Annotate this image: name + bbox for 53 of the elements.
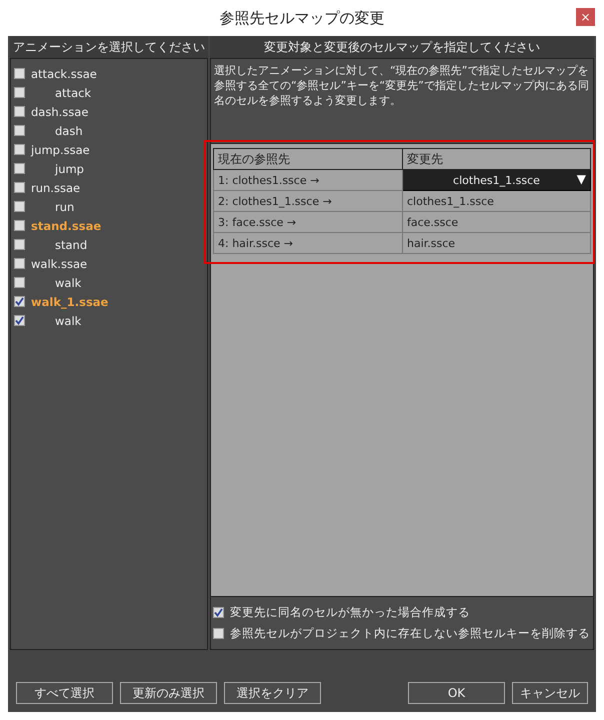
file-item[interactable]: walk_1.ssae (31, 294, 108, 308)
file-item[interactable]: dash.ssae (31, 104, 88, 118)
checkbox[interactable] (14, 87, 25, 98)
checkbox[interactable] (14, 239, 25, 250)
animation-item[interactable]: stand (31, 238, 88, 252)
table-cell: 3: face.ssce → (214, 212, 402, 232)
table-cell: 1: clothes1.ssce → (214, 170, 402, 190)
option-label[interactable]: 変更先に同名のセルが無かった場合作成する (230, 605, 470, 620)
ok-button[interactable]: OK (408, 682, 505, 704)
file-item[interactable]: stand.ssae (31, 218, 102, 232)
dropdown-field[interactable]: clothes1_1.ssce ▼ (402, 170, 590, 190)
checkbox[interactable] (14, 296, 25, 307)
window-title: 参照先セルマップの変更 (220, 8, 384, 28)
description-text: 選択したアニメーションに対して、“現在の参照先”で指定したセルマップを参照する全ての“参照セル”キーを“変更先”で指定したセルマップ内にある同名のセルを参照するよう変更します。 (214, 64, 589, 107)
column-header: 変更先 (402, 148, 590, 170)
checkbox[interactable] (14, 220, 25, 231)
select-button[interactable]: すべて選択 (16, 682, 113, 704)
table-cell: 4: hair.ssce → (214, 232, 402, 254)
checkbox[interactable] (14, 315, 25, 326)
checkbox[interactable] (14, 277, 25, 288)
close-button[interactable]: × (576, 8, 595, 26)
column-header: 現在の参照先 (214, 148, 402, 170)
checkbox[interactable] (14, 68, 25, 79)
file-item[interactable]: jump.ssae (31, 142, 90, 156)
checkbox[interactable] (14, 201, 25, 212)
dropdown-arrow-icon[interactable]: ▼ (576, 172, 586, 186)
file-item[interactable]: walk.ssae (31, 256, 88, 270)
select-button[interactable]: 選択をクリア (224, 682, 321, 704)
checkbox[interactable] (14, 125, 25, 136)
checkbox[interactable] (14, 163, 25, 174)
checkbox[interactable] (213, 628, 224, 639)
file-item[interactable]: run.ssae (31, 180, 80, 194)
file-item[interactable]: attack.ssae (31, 66, 97, 80)
table-cell: 2: clothes1_1.ssce → (214, 190, 402, 212)
animation-item[interactable]: jump (31, 162, 84, 176)
checkbox[interactable] (213, 607, 224, 618)
table-cell[interactable]: face.ssce (402, 212, 590, 232)
checkbox[interactable] (14, 258, 25, 269)
select-button[interactable]: 更新のみ選択 (120, 682, 217, 704)
checkbox[interactable] (14, 182, 25, 193)
table-cell[interactable]: clothes1_1.ssce (402, 190, 590, 212)
panel-header: 変更対象と変更後のセルマップを指定してください (210, 36, 594, 59)
animation-item[interactable]: attack (31, 86, 92, 100)
option-label[interactable]: 参照先セルがプロジェクト内に存在しない参照セルキーを削除する (230, 626, 590, 641)
table-cell[interactable]: hair.ssce (402, 232, 590, 254)
checkbox[interactable] (14, 106, 25, 117)
animation-item[interactable]: walk (31, 314, 82, 328)
cancel-button[interactable]: キャンセル (512, 682, 588, 704)
animation-item[interactable]: run (31, 200, 74, 214)
animation-item[interactable]: dash (31, 124, 83, 138)
panel-header: アニメーションを選択してください (10, 36, 208, 59)
checkbox[interactable] (14, 144, 25, 155)
animation-item[interactable]: walk (31, 276, 82, 290)
